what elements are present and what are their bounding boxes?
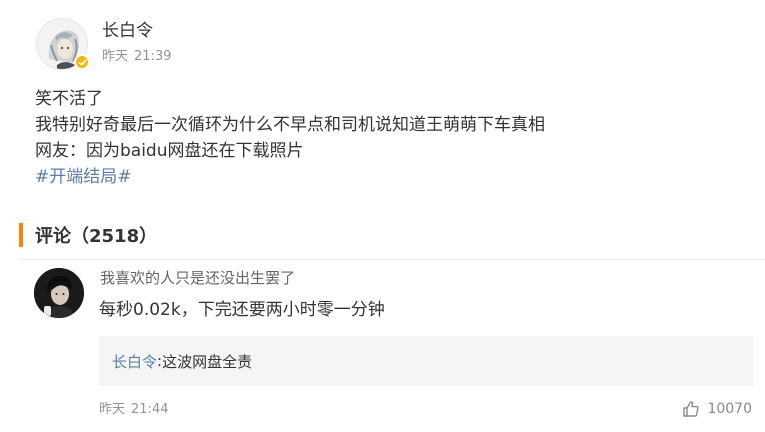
hashtag-link[interactable]: #开端结局#	[35, 164, 545, 190]
post-line: 网友：因为baidu网盘还在下载照片	[35, 141, 304, 161]
post-author-name[interactable]: 长白令	[102, 20, 153, 42]
comment-date: 昨天	[99, 402, 126, 417]
post-author-avatar[interactable]	[36, 18, 90, 70]
comments-header: 评论（2518）	[19, 222, 157, 248]
thumbs-up-icon	[681, 399, 701, 419]
comments-title: 评论（2518）	[35, 226, 158, 247]
verified-badge-icon	[74, 54, 90, 70]
reply-text: 这波网盘全责	[162, 352, 253, 371]
divider	[19, 259, 765, 260]
like-button[interactable]: 10070	[681, 399, 752, 419]
comment-time: 21:44	[131, 402, 169, 417]
comment-author-name[interactable]: 我喜欢的人只是还没出生罢了	[100, 268, 295, 288]
post-timestamp: 昨天 21:39	[102, 48, 171, 66]
comment-text: 每秒0.02k，下完还要两小时零一分钟	[99, 300, 385, 320]
post-content: 笑不活了 我特别好奇最后一次循环为什么不早点和司机说知道王萌萌下车真相 网友：因…	[35, 86, 545, 190]
comment-timestamp: 昨天 21:44	[99, 401, 168, 419]
reply-author-link[interactable]: 长白令	[112, 351, 157, 372]
post-date: 昨天	[102, 49, 129, 64]
post-line: 我特别好奇最后一次循环为什么不早点和司机说知道王萌萌下车真相	[35, 115, 545, 135]
like-count: 10070	[707, 401, 752, 417]
post-time: 21:39	[134, 49, 172, 64]
comments-accent-bar	[19, 223, 23, 247]
reply-box[interactable]: 长白令: 这波网盘全责	[99, 336, 753, 386]
post-line: 笑不活了	[35, 89, 103, 109]
comment-avatar[interactable]	[34, 268, 84, 318]
